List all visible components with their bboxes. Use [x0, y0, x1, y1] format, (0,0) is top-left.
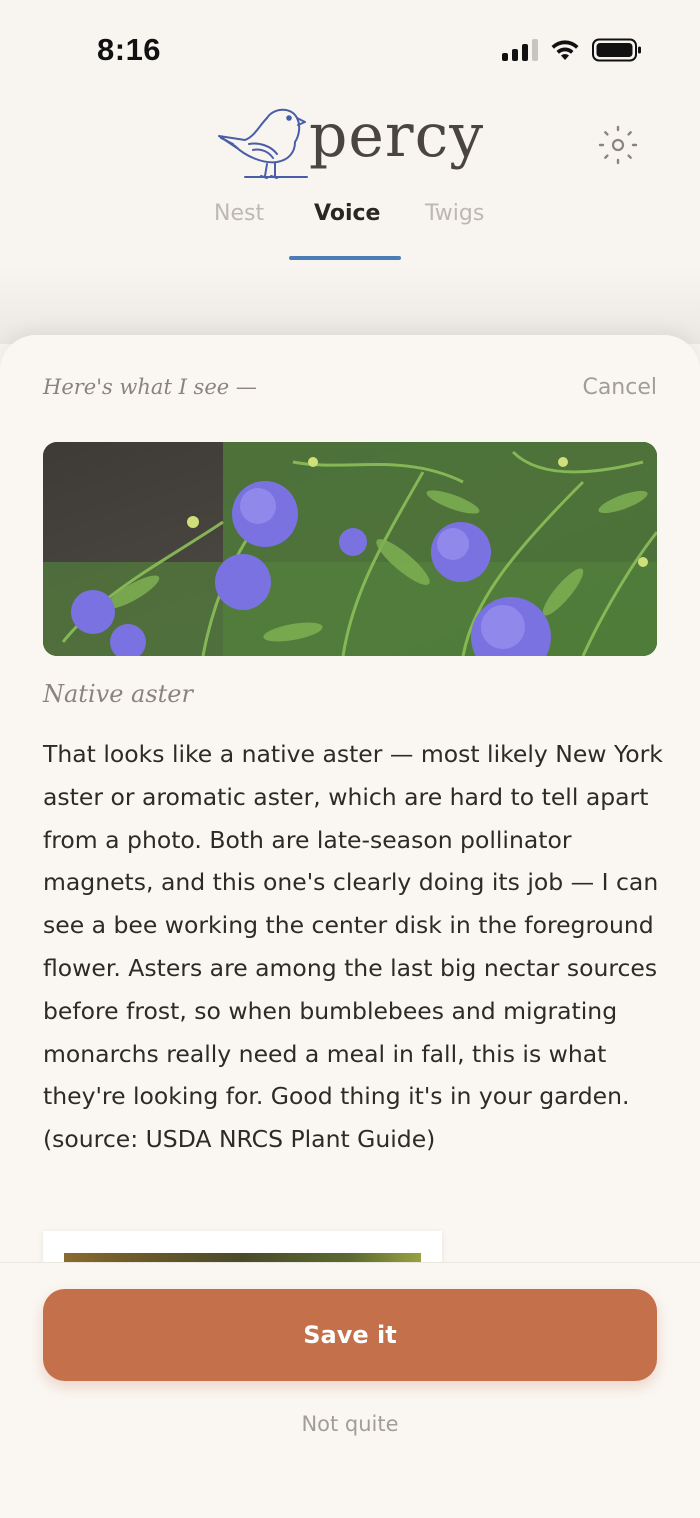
save-button[interactable]: Save it: [43, 1289, 657, 1381]
tab-nest[interactable]: Nest: [214, 201, 264, 226]
plant-description: That looks like a native aster — most li…: [43, 740, 663, 1154]
sheet-header: Here's what I see — Cancel: [43, 375, 657, 407]
header-backdrop: [0, 264, 700, 344]
active-tab-indicator: [289, 256, 401, 260]
cellular-signal-icon: [502, 39, 538, 61]
sun-settings-icon[interactable]: [597, 124, 639, 166]
logo-wordmark: percy: [309, 101, 485, 171]
tab-voice[interactable]: Voice: [314, 201, 380, 226]
plant-name: Native aster: [43, 680, 193, 708]
status-bar: 8:16: [0, 0, 700, 100]
plant-photo: [43, 442, 657, 656]
app-logo[interactable]: percy: [215, 100, 484, 182]
not-quite-button[interactable]: Not quite: [0, 1412, 700, 1436]
bottom-action-bar: Save it Not quite: [0, 1262, 700, 1518]
wifi-icon: [551, 40, 579, 60]
bird-logo-icon: [218, 108, 308, 179]
app-screen: 8:16 percy Nest Voice Twigs Here's what …: [0, 0, 700, 1518]
cancel-button[interactable]: Cancel: [582, 375, 657, 400]
status-time: 8:16: [97, 32, 162, 67]
app-header: percy Nest Voice Twigs: [0, 96, 700, 266]
battery-icon: [592, 38, 641, 62]
tab-bar: Nest Voice Twigs: [0, 201, 700, 261]
sheet-intro-text: Here's what I see —: [43, 375, 257, 399]
status-icons: [502, 38, 642, 62]
tab-twigs[interactable]: Twigs: [425, 201, 484, 226]
